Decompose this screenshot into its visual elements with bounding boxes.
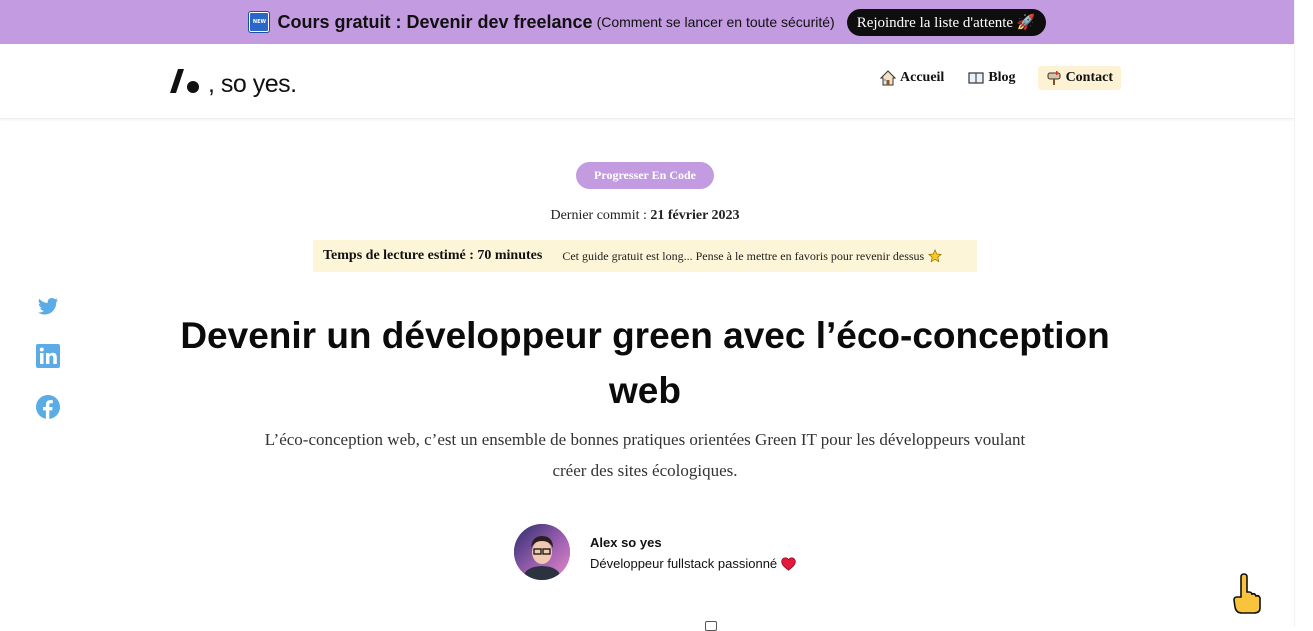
reading-note-wrap: Cet guide gratuit est long... Pense à le… [562,248,943,264]
banner-subtitle: (Comment se lancer en toute sécurité) [596,14,835,30]
nav-label: Contact [1065,70,1113,85]
nav-contact[interactable]: Contact [1037,66,1121,90]
linkedin-icon[interactable] [36,344,60,368]
reading-time: Temps de lecture estimé : 70 minutes [323,248,543,263]
nav-label: Accueil [900,70,945,85]
banner-title: Cours gratuit : Devenir dev freelance [277,11,593,32]
author-avatar [514,524,570,580]
last-commit: Dernier commit : 21 février 2023 [0,208,1290,224]
heart-icon [781,556,796,571]
nav-blog[interactable]: Blog [968,70,1016,86]
article-title: Devenir un développeur green avec l’éco-… [180,315,1110,411]
author-role: Développeur fullstack passionné [590,556,778,571]
site-header: , so yes. Accueil Blog Contact [0,44,1295,119]
pointing-hand-icon[interactable] [1232,572,1262,614]
logo-text: , so yes. [208,69,297,98]
nav-accueil[interactable]: Accueil [880,70,944,86]
author-name: Alex so yes [590,535,662,550]
site-logo[interactable]: , so yes. [168,63,297,99]
avatar-image [514,524,570,580]
facebook-icon[interactable] [36,395,60,419]
reading-note: Cet guide gratuit est long... Pense à le… [562,248,925,263]
main-nav: Accueil Blog Contact [880,66,1121,90]
star-icon [928,249,943,263]
reading-time-box: Temps de lecture estimé : 70 minutes Cet… [313,240,977,272]
nav-label: Blog [988,70,1016,85]
checkbox-icon [705,621,717,631]
commit-date: 21 février 2023 [650,208,740,223]
new-badge-icon: NEW [248,11,271,33]
waitlist-button[interactable]: Rejoindre la liste d'attente 🚀 [846,8,1046,36]
page-scrollbar[interactable] [1294,0,1313,627]
category-tag[interactable]: Progresser En Code [576,162,714,189]
twitter-icon[interactable] [36,294,60,318]
logo-mark-icon [170,69,199,93]
commit-prefix: Dernier commit : [550,208,647,223]
article-lead: L’éco-conception web, c’est un ensemble … [264,430,1026,480]
book-icon [968,72,984,84]
mailbox-icon [1047,71,1061,85]
announcement-banner: NEW Cours gratuit : Devenir dev freelanc… [0,0,1295,44]
author-role-wrap: Développeur fullstack passionné [590,556,796,571]
house-icon [880,70,896,86]
